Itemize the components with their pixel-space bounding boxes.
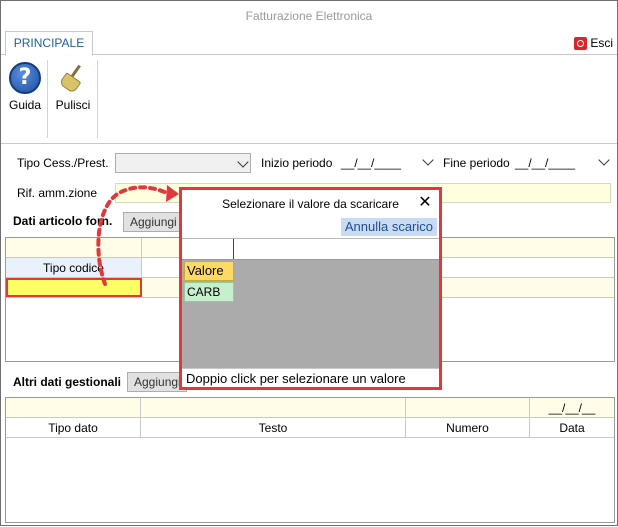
column-header-numero[interactable]: Numero <box>406 418 530 437</box>
rif-amm-label: Rif. amm.zione <box>17 186 98 200</box>
inizio-periodo-value: __/__/____ <box>341 156 402 170</box>
fine-periodo-value: __/__/____ <box>515 156 576 170</box>
dati-articolo-aggiungi-button[interactable]: Aggiungi <box>123 212 183 232</box>
esci-button[interactable]: Esci <box>574 35 613 51</box>
tipo-cess-label: Tipo Cess./Prest. <box>17 156 109 170</box>
grid-filter-row: __/__/__ <box>6 398 614 418</box>
altri-dati-aggiungi-button[interactable]: Aggiungi <box>127 372 187 392</box>
popup-list: Valore CARB <box>182 260 439 368</box>
broom-icon <box>57 62 89 94</box>
grid-header-row: Tipo dato Testo Numero Data <box>6 418 614 438</box>
fine-periodo-field[interactable]: __/__/____ <box>515 153 611 173</box>
ribbon-toolbar: ? Guida Pulisci <box>1 56 617 144</box>
column-header-tipo-dato[interactable]: Tipo dato <box>6 418 141 437</box>
column-header-tipo-codice[interactable]: Tipo codice <box>6 258 142 277</box>
app-window: Fatturazione Elettronica PRINCIPALE Esci… <box>0 0 618 526</box>
dati-articolo-title: Dati articolo forn. <box>13 214 113 228</box>
guida-label: Guida <box>8 98 42 112</box>
power-icon <box>574 36 588 50</box>
chevron-down-icon[interactable] <box>598 154 610 166</box>
esci-label: Esci <box>590 36 613 50</box>
guida-button[interactable]: ? Guida <box>7 62 43 112</box>
tipo-codice-cell[interactable] <box>6 278 142 297</box>
tab-principale[interactable]: PRINCIPALE <box>5 31 93 56</box>
fine-periodo-label: Fine periodo <box>443 156 510 170</box>
inizio-periodo-label: Inizio periodo <box>261 156 333 170</box>
select-value-popup: Selezionare il valore da scaricare ✕ Ann… <box>179 187 442 390</box>
help-icon: ? <box>9 62 41 94</box>
chevron-down-icon <box>237 156 249 168</box>
tipo-cess-select[interactable] <box>115 153 251 173</box>
pulisci-label: Pulisci <box>55 98 91 112</box>
popup-filter-row <box>182 238 439 260</box>
popup-column-header-valore[interactable]: Valore <box>184 261 234 281</box>
close-icon[interactable]: ✕ <box>417 195 433 211</box>
window-title: Fatturazione Elettronica <box>245 9 373 23</box>
pulisci-button[interactable]: Pulisci <box>53 62 93 112</box>
ribbon-separator <box>97 60 98 138</box>
inizio-periodo-field[interactable]: __/__/____ <box>341 153 435 173</box>
ribbon-separator <box>47 60 48 138</box>
popup-hint: Doppio click per selezionare un valore <box>182 368 439 387</box>
chevron-down-icon[interactable] <box>422 154 434 166</box>
column-header-testo[interactable]: Testo <box>141 418 406 437</box>
popup-title: Selezionare il valore da scaricare <box>222 197 399 211</box>
column-header-data[interactable]: Data <box>530 418 614 437</box>
ribbon-tabs: PRINCIPALE Esci <box>1 31 617 56</box>
altri-dati-title: Altri dati gestionali <box>13 375 122 389</box>
annulla-scarico-button[interactable]: Annulla scarico <box>340 218 437 236</box>
popup-filter-cell[interactable] <box>182 239 234 259</box>
date-filter[interactable]: __/__/__ <box>530 398 614 417</box>
list-item-carb[interactable]: CARB <box>184 282 234 302</box>
altri-dati-grid: __/__/__ Tipo dato Testo Numero Data <box>5 397 615 523</box>
